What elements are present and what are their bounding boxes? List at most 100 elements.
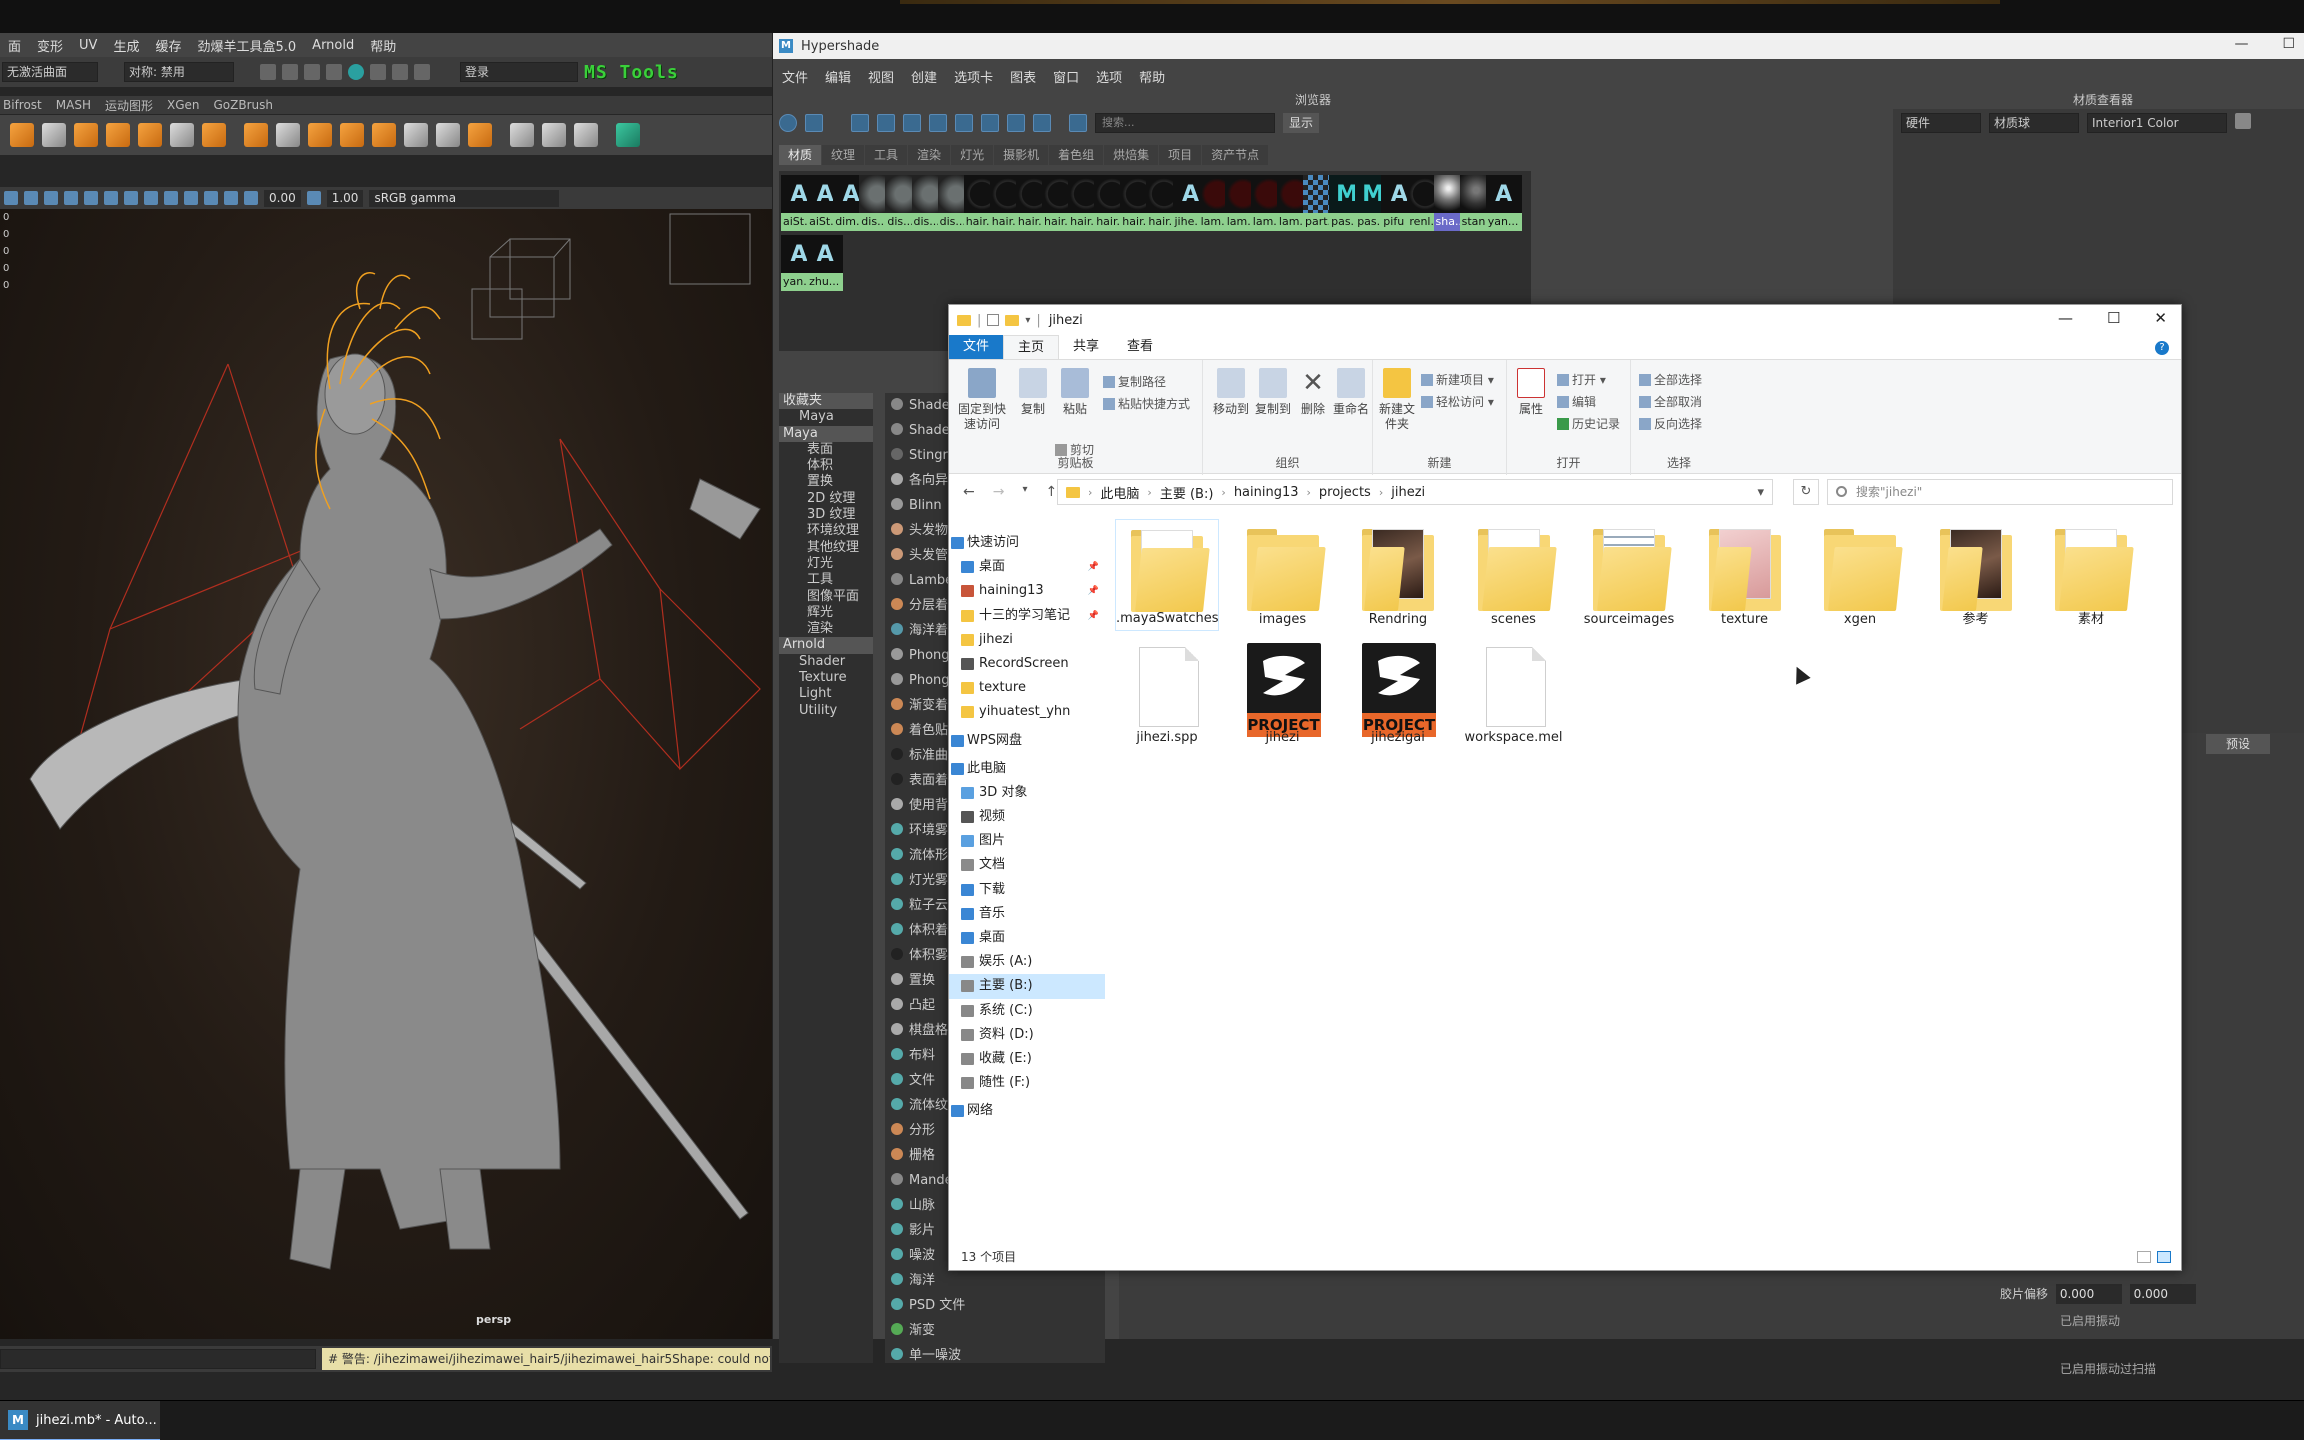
login-dropdown[interactable]: 登录 bbox=[460, 62, 578, 82]
forward-icon[interactable]: → bbox=[993, 484, 1005, 500]
file-item[interactable]: scenes bbox=[1462, 519, 1566, 631]
file-item[interactable]: sourceimages bbox=[1577, 519, 1681, 631]
create-tree-item[interactable]: 其他纹理 bbox=[779, 540, 873, 556]
bookmark-icon[interactable] bbox=[24, 191, 38, 205]
create-tree-item[interactable]: 环境纹理 bbox=[779, 523, 873, 539]
hypershade-menu-item[interactable]: 文件 bbox=[773, 67, 816, 86]
shelf-tool-icon[interactable] bbox=[616, 123, 640, 147]
new-folder-button[interactable]: 新建文件夹 bbox=[1375, 368, 1419, 432]
recent-locations-icon[interactable]: ▾ bbox=[1022, 484, 1027, 500]
shelf-tool-icon[interactable] bbox=[74, 123, 98, 147]
nav-item[interactable]: 收藏 (E:) bbox=[949, 1047, 1105, 1071]
copy-to-button[interactable]: 复制到 bbox=[1251, 368, 1295, 417]
hypershade-menu-item[interactable]: 创建 bbox=[902, 67, 945, 86]
maya-menu-item[interactable]: 变形 bbox=[29, 36, 71, 55]
nav-item[interactable]: RecordScreen bbox=[949, 652, 1105, 676]
properties-icon[interactable] bbox=[987, 314, 1000, 326]
nav-item[interactable]: 音乐 bbox=[949, 902, 1105, 926]
film-gate-icon[interactable] bbox=[204, 191, 218, 205]
nav-item[interactable]: texture bbox=[949, 676, 1105, 700]
shelf-tool-icon[interactable] bbox=[42, 123, 66, 147]
shelf-tool-icon[interactable] bbox=[138, 123, 162, 147]
shelf-tool-icon[interactable] bbox=[404, 123, 428, 147]
pause-icon[interactable] bbox=[414, 64, 430, 80]
maya-menu-item[interactable]: 面 bbox=[0, 36, 29, 55]
create-node-item[interactable]: PSD 文件 bbox=[885, 1293, 1105, 1318]
environment-dropdown[interactable]: Interior1 Color bbox=[2087, 113, 2227, 133]
create-tree-item[interactable]: 渲染 bbox=[779, 621, 873, 637]
file-item[interactable]: xgen bbox=[1808, 519, 1912, 631]
paste-button[interactable]: 粘贴 bbox=[1053, 368, 1097, 417]
refresh-icon[interactable]: ↻ bbox=[1793, 479, 1819, 505]
filter-clear-icon[interactable] bbox=[1069, 114, 1087, 132]
shelf-tool-icon[interactable] bbox=[510, 123, 534, 147]
search-input[interactable]: 搜索"jihezi" bbox=[1827, 479, 2173, 505]
breadcrumb-item[interactable]: 主要 (B:) bbox=[1160, 483, 1214, 502]
hypershade-menu-item[interactable]: 窗口 bbox=[1044, 67, 1087, 86]
reverse-icon[interactable] bbox=[1033, 114, 1051, 132]
edit-button[interactable]: 编辑 bbox=[1557, 394, 1596, 410]
hypershade-menu-item[interactable]: 选项 bbox=[1087, 67, 1130, 86]
easy-access-button[interactable]: 轻松访问 ▾ bbox=[1421, 394, 1494, 410]
breadcrumb[interactable]: › 此电脑 › 主要 (B:) › haining13 › projects › jihezi ▾ bbox=[1057, 479, 1773, 505]
breadcrumb-separator[interactable]: › bbox=[1147, 486, 1151, 499]
wireframe-icon[interactable] bbox=[64, 191, 78, 205]
nav-item[interactable]: 资料 (D:) bbox=[949, 1023, 1105, 1047]
create-tree-item[interactable]: Texture bbox=[779, 670, 873, 686]
file-item[interactable]: texture bbox=[1693, 519, 1797, 631]
maya-menu-item[interactable]: 帮助 bbox=[362, 36, 404, 55]
maya-menu-item[interactable]: 劲爆羊工具盒5.0 bbox=[189, 36, 304, 55]
refresh-icon[interactable] bbox=[1007, 114, 1025, 132]
nav-item[interactable]: 娱乐 (A:) bbox=[949, 950, 1105, 974]
ipr-icon[interactable] bbox=[370, 64, 386, 80]
file-item[interactable]: .mayaSwatches bbox=[1115, 519, 1219, 631]
ribbon-tab[interactable]: 查看 bbox=[1113, 335, 1167, 359]
hypershade-menu-item[interactable]: 选项卡 bbox=[945, 67, 1001, 86]
select-none-button[interactable]: 全部取消 bbox=[1639, 394, 1702, 410]
create-tree-item[interactable]: 2D 纹理 bbox=[779, 491, 873, 507]
mstools-logo[interactable]: MS Tools bbox=[584, 62, 679, 83]
details-view-icon[interactable] bbox=[2137, 1251, 2151, 1263]
chevron-down-icon[interactable]: ▾ bbox=[1025, 315, 1030, 326]
hypershade-menu-item[interactable]: 图表 bbox=[1001, 67, 1044, 86]
create-node-item[interactable]: 单一噪波 bbox=[885, 1343, 1105, 1363]
create-tree-item[interactable]: 置换 bbox=[779, 474, 873, 490]
shelf-tool-icon[interactable] bbox=[202, 123, 226, 147]
preset-button[interactable]: 预设 bbox=[2206, 734, 2270, 754]
shelf-tool-icon[interactable] bbox=[574, 123, 598, 147]
show-button[interactable]: 显示 bbox=[1283, 113, 1320, 133]
icons-view-icon[interactable] bbox=[851, 114, 869, 132]
shelf-tool-icon[interactable] bbox=[372, 123, 396, 147]
up-icon[interactable]: ↑ bbox=[1046, 484, 1058, 500]
shelf-tool-icon[interactable] bbox=[542, 123, 566, 147]
file-item[interactable]: workspace.mel bbox=[1462, 637, 1566, 749]
browser-tab[interactable]: 烘焙集 bbox=[1104, 145, 1159, 165]
render-icon[interactable] bbox=[348, 64, 364, 80]
material-swatch[interactable]: Ayan... bbox=[1485, 175, 1522, 231]
browser-tab[interactable]: 渲染 bbox=[908, 145, 951, 165]
exposure-icon[interactable] bbox=[244, 191, 258, 205]
sort-type-icon[interactable] bbox=[981, 114, 999, 132]
surface-dropdown[interactable]: 无激活曲面 bbox=[2, 62, 98, 82]
nav-item[interactable]: WPS网盘 bbox=[949, 729, 1105, 753]
invert-selection-button[interactable]: 反向选择 bbox=[1639, 416, 1702, 432]
create-tree-item[interactable]: 图像平面 bbox=[779, 589, 873, 605]
maya-viewport[interactable]: 0 0 0 0 0 persp bbox=[0, 209, 772, 1339]
shelf-tab[interactable]: 运动图形 bbox=[102, 97, 164, 114]
browser-tab[interactable]: 资产节点 bbox=[1202, 145, 1269, 165]
breadcrumb-separator[interactable]: › bbox=[1379, 486, 1383, 499]
minimize-icon[interactable]: — bbox=[2058, 309, 2073, 327]
new-folder-icon[interactable] bbox=[1005, 314, 1020, 326]
shelf-tool-icon[interactable] bbox=[276, 123, 300, 147]
nav-item[interactable]: 系统 (C:) bbox=[949, 999, 1105, 1023]
gamma-field[interactable]: 1.00 bbox=[326, 189, 364, 207]
file-item[interactable]: PROJECT jihezigai bbox=[1346, 637, 1450, 749]
create-tree-item[interactable]: 收藏夹 bbox=[779, 393, 873, 410]
shake-checkbox[interactable]: 已启用振动 bbox=[2060, 1312, 2120, 1329]
snap-curve-icon[interactable] bbox=[282, 64, 298, 80]
xray-icon[interactable] bbox=[164, 191, 178, 205]
create-tree-item[interactable]: Maya bbox=[779, 409, 873, 425]
hypershade-menu-item[interactable]: 编辑 bbox=[816, 67, 859, 86]
ribbon-tab[interactable]: 共享 bbox=[1059, 335, 1113, 359]
shadows-icon[interactable] bbox=[144, 191, 158, 205]
